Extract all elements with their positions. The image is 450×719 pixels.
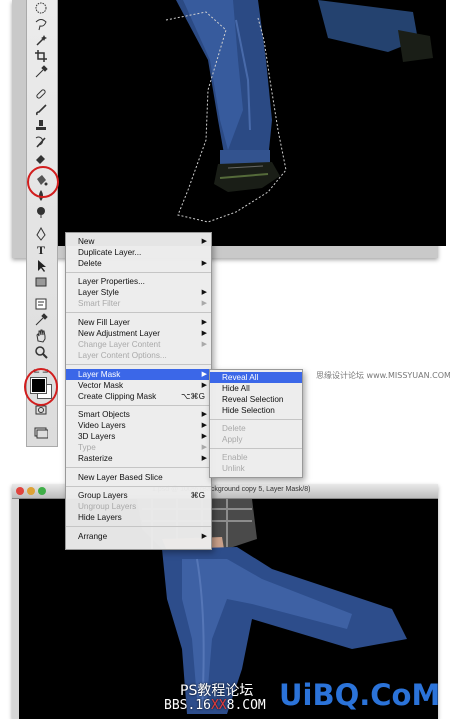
menu-item-new-adjustment-layer[interactable]: New Adjustment Layer ▶ xyxy=(66,328,211,339)
menu-separator xyxy=(66,364,211,365)
menu-item-layer-style[interactable]: Layer Style ▶ xyxy=(66,287,211,298)
site-watermark: 思缘设计论坛 www.MISSYUAN.COM xyxy=(316,371,450,380)
jeans-leg-image xyxy=(165,0,433,223)
submenu-item-enable: Enable xyxy=(222,453,248,462)
submenu-item-hide-all[interactable]: Hide All xyxy=(210,383,302,394)
menu-separator xyxy=(210,448,302,449)
menu-item-smart-filter: Smart Filter ▶ xyxy=(78,299,207,308)
menu-item-new-layer-based-slice[interactable]: New Layer Based Slice xyxy=(66,472,211,483)
marquee-icon[interactable] xyxy=(31,0,51,16)
healing-icon[interactable] xyxy=(31,86,51,102)
menu-item-ungroup-layers: Ungroup Layers xyxy=(78,502,137,511)
crop-icon[interactable] xyxy=(31,48,51,64)
menu-item-3d-layers[interactable]: 3D Layers ▶ xyxy=(66,431,211,442)
menu-separator xyxy=(210,419,302,420)
bbs-watermark: BBS.16XX8.COM xyxy=(164,698,266,713)
footer-watermark: PS教程论坛 BBS.16XX8.COM UiBQ.CoM xyxy=(0,676,450,719)
pen-icon[interactable] xyxy=(31,226,51,242)
lasso-icon[interactable] xyxy=(31,16,51,32)
menu-item-layer-content-options: Layer Content Options... xyxy=(78,351,167,360)
history-brush-icon[interactable] xyxy=(31,134,51,150)
brush-icon[interactable] xyxy=(31,102,51,118)
stamp-icon[interactable] xyxy=(31,118,51,134)
menu-item-new[interactable]: New ▶ xyxy=(66,236,211,247)
dodge-icon[interactable] xyxy=(31,204,51,220)
ps-forum-watermark: PS教程论坛 xyxy=(180,683,254,699)
menu-item-video-layers[interactable]: Video Layers ▶ xyxy=(66,420,211,431)
uibq-logo: UiBQ.CoM xyxy=(279,678,441,712)
eraser-icon[interactable] xyxy=(31,150,51,166)
zoom-window-icon[interactable] xyxy=(38,487,46,495)
menu-item-create-clipping-mask[interactable]: Create Clipping Mask ⌥⌘G xyxy=(66,391,211,402)
screen-mode-icon[interactable] xyxy=(31,424,51,440)
menu-separator xyxy=(66,405,211,406)
menu-item-arrange[interactable]: Arrange ▶ xyxy=(66,531,211,542)
photoshop-window-top xyxy=(12,0,446,258)
menu-item-rasterize[interactable]: Rasterize ▶ xyxy=(66,453,211,464)
menu-separator xyxy=(66,312,211,313)
menu-item-delete[interactable]: Delete ▶ xyxy=(66,258,211,269)
zoom-icon[interactable] xyxy=(31,344,51,360)
menu-item-smart-objects[interactable]: Smart Objects ▶ xyxy=(66,409,211,420)
type-icon[interactable]: T xyxy=(31,242,51,258)
color-swatch-highlight xyxy=(24,368,58,406)
paint-bucket-highlight xyxy=(27,166,59,198)
magic-wand-icon[interactable] xyxy=(31,32,51,48)
eyedropper2-icon[interactable] xyxy=(31,312,51,328)
menu-item-group-layers[interactable]: Group Layers ⌘G xyxy=(66,490,211,501)
menu-item-change-layer-content: Change Layer Content ▶ xyxy=(78,340,207,349)
close-icon[interactable] xyxy=(16,487,24,495)
submenu-item-reveal-selection[interactable]: Reveal Selection xyxy=(210,394,302,405)
eyedropper-icon[interactable] xyxy=(31,64,51,80)
menu-item-layer-properties[interactable]: Layer Properties... xyxy=(66,276,211,287)
submenu-item-reveal-all[interactable]: Reveal All xyxy=(210,372,302,383)
menu-item-new-fill-layer[interactable]: New Fill Layer ▶ xyxy=(66,317,211,328)
submenu-item-apply: Apply xyxy=(222,435,243,444)
submenu-item-unlink: Unlink xyxy=(222,464,245,473)
shape-icon[interactable] xyxy=(31,274,51,290)
submenu-item-hide-selection[interactable]: Hide Selection xyxy=(210,405,302,416)
layer-context-menu: New ▶ Duplicate Layer... Delete ▶ Layer Pr… xyxy=(65,232,212,550)
path-select-icon[interactable] xyxy=(31,258,51,274)
menu-item-hide-layers[interactable]: Hide Layers xyxy=(66,512,211,523)
notes-icon[interactable] xyxy=(31,296,51,312)
layer-mask-submenu: Reveal All Hide All Reveal Selection Hid… xyxy=(209,369,303,478)
minimize-icon[interactable] xyxy=(27,487,35,495)
menu-separator xyxy=(66,486,211,487)
canvas-top[interactable] xyxy=(58,0,446,246)
menu-separator xyxy=(66,467,211,468)
menu-item-type: Type ▶ xyxy=(78,443,207,452)
submenu-item-delete: Delete xyxy=(222,424,246,433)
menu-separator xyxy=(66,526,211,527)
menu-separator xyxy=(66,272,211,273)
menu-item-layer-mask[interactable]: Layer Mask ▶ xyxy=(66,369,211,380)
menu-item-vector-mask[interactable]: Vector Mask ▶ xyxy=(66,380,211,391)
hand-icon[interactable] xyxy=(31,328,51,344)
menu-item-duplicate-layer[interactable]: Duplicate Layer... xyxy=(66,247,211,258)
